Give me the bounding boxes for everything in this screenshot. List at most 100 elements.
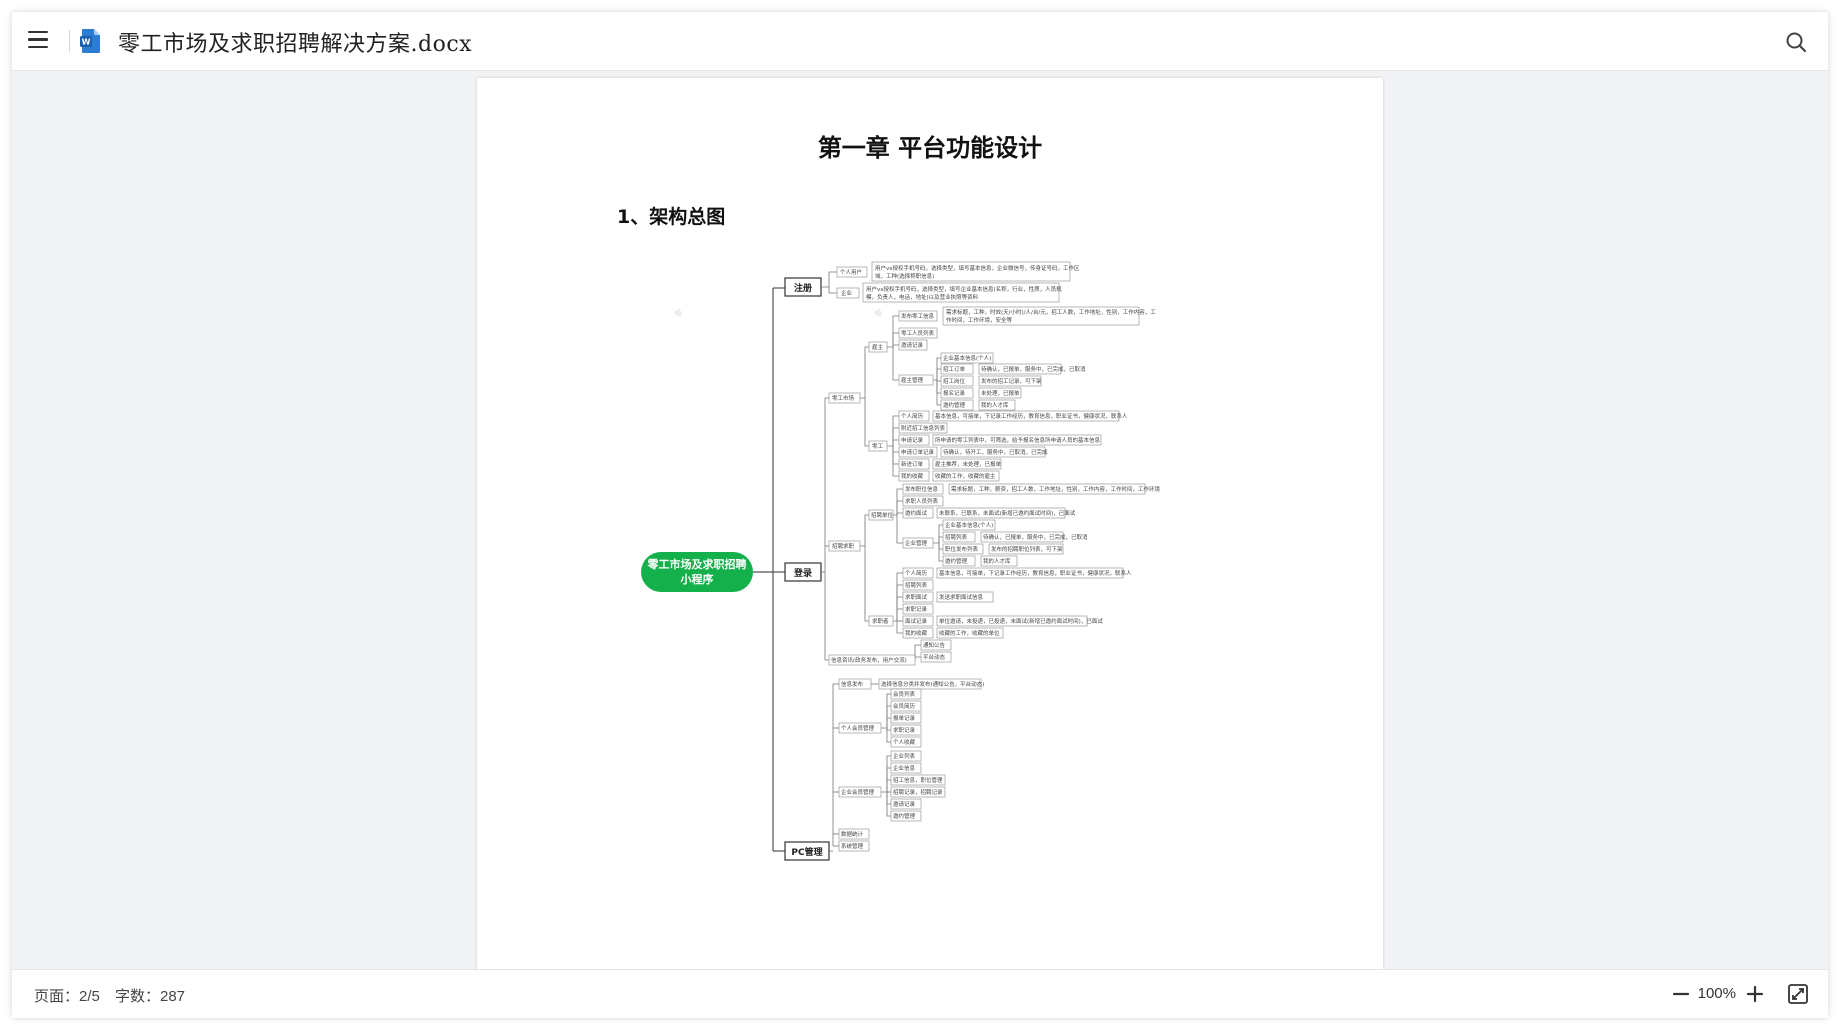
node-job-posts-desc: 发布的招聘职位列表，可下架 [991, 545, 1063, 553]
node-hire-orders: 招工订单 [943, 365, 966, 373]
node-apply-orders: 申请订单记录 [901, 448, 935, 456]
node-post-job: 发布职位信息 [905, 485, 939, 493]
mindmap-root-label-line2: 小程序 [680, 572, 714, 586]
node-info-publish: 信息发布 [841, 680, 864, 688]
node-apply-records: 申请记录 [901, 436, 924, 444]
node-company-admin: 企业管理 [905, 539, 928, 547]
zoom-level: 100% [1697, 985, 1736, 1002]
node-invite-admin-desc: 我的人才库 [981, 401, 1009, 409]
node-apply-interview: 求职面试 [905, 593, 928, 601]
node-invite-records-2: 邀请记录 [893, 800, 916, 808]
node-nearby-gigs: 附近招工信息列表 [901, 424, 946, 432]
node-apply-history: 求职记录 [905, 605, 928, 613]
node-system-admin: 系统管理 [841, 842, 864, 850]
status-bar: 页面：2/5 字数：287 100% [12, 969, 1828, 1018]
node-my-favorites-2-desc: 收藏的工作，收藏的单位 [939, 629, 1000, 637]
node-resume: 个人简历 [901, 412, 924, 420]
node-hire-info: 招工信息，职位管理 [893, 776, 943, 784]
node-job-list-2: 招聘列表 [905, 581, 928, 589]
title-divider [69, 30, 70, 52]
architecture-mindmap: 零 零 零 零工市场及求职招聘 小程序 [641, 261, 1161, 861]
node-order-records: 报单记录 [893, 714, 916, 722]
node-job-list: 招聘列表 [945, 533, 968, 541]
document-title: 零工市场及求职招聘解决方案.docx [118, 32, 473, 57]
document-viewport[interactable]: 第一章 平台功能设计 1、架构总图 零 零 零工市场及求职招聘 小程序 注册 登… [12, 71, 1828, 970]
node-company-detail: 企业信息 [893, 764, 916, 772]
node-recruitment: 招聘求职 [832, 542, 855, 550]
node-apply-records-desc: 所申请的零工列表中，可筛选，给予报名信息所申请人员的基本信息 [935, 436, 1101, 444]
node-resume-2: 个人简历 [905, 569, 928, 577]
node-personal-members: 个人会员管理 [841, 724, 875, 732]
node-signup-records-desc: 未处理，已报单 [981, 389, 1020, 397]
zoom-out-icon[interactable] [1670, 983, 1692, 1005]
word-count: 字数：287 [115, 988, 186, 1005]
fullscreen-icon[interactable] [1786, 982, 1810, 1006]
node-post-gig-desc: 需求标题，工种，时效(天/小时)/人/台/元，招工人数，工作地址，性别，工作内容… [946, 308, 1156, 316]
node-job-posts: 职位发布列表 [945, 545, 979, 553]
node-personal-user: 个人用户 [840, 268, 862, 276]
node-platform-news: 平台动态 [923, 653, 946, 661]
node-company-list: 企业列表 [893, 752, 916, 760]
node-data-stats: 数据统计 [841, 830, 864, 838]
node-job-seekers: 求职人员列表 [905, 497, 939, 505]
node-job-list-desc: 待确认，已报单，服务中，已完成，已取消 [983, 533, 1088, 541]
node-recruiter: 招聘单位 [871, 511, 894, 519]
node-invite-admin: 邀约管理 [943, 401, 966, 409]
branch-login: 登录 [793, 567, 812, 579]
node-personal-favorites: 个人收藏 [893, 738, 916, 746]
node-post-gig: 发布零工信息 [901, 312, 935, 320]
page-indicator: 页面：2/5 [34, 988, 100, 1005]
node-interview-records-desc: 单位邀请，未投递，已投递，未面试(新增已邀约面试时间)，已面试 [939, 617, 1103, 625]
node-my-favorites: 我的收藏 [901, 472, 924, 480]
node-interview-records: 面试记录 [905, 617, 928, 625]
node-enterprise-desc-2: 模，负责人，电话，地址)以及营业执照等资料 [866, 293, 979, 301]
title-bar: W 零工市场及求职招聘解决方案.docx [12, 12, 1828, 71]
document-viewer-window: W 零工市场及求职招聘解决方案.docx 第一章 平台功能设计 1、架构总图 零… [12, 12, 1828, 1018]
branch-pc-admin: PC管理 [791, 846, 822, 858]
watermark-text: 零 [673, 308, 685, 320]
document-page: 第一章 平台功能设计 1、架构总图 零 零 零工市场及求职招聘 小程序 注册 登… [477, 78, 1383, 970]
node-my-favorites-2: 我的收藏 [905, 629, 928, 637]
node-enterprise-desc: 用户vx授权手机号码，选择类型，填写企业基本信息(名称，行业，性质，人员规 [866, 285, 1062, 293]
node-job-seeker: 求职者 [872, 617, 889, 625]
branch-register: 注册 [794, 282, 812, 294]
node-apply-orders-desc: 待确认，待开工，服务中，已取消，已完成 [943, 448, 1048, 456]
node-hire-orders-desc: 待确认，已报单，服务中，已完成，已取消 [981, 365, 1086, 373]
node-new-orders-desc: 雇主推荐，未处理，已报单 [935, 460, 1002, 468]
node-invite-admin-3: 邀约管理 [893, 812, 916, 820]
node-personal-desc-2: 域，工种(选择称职信息) [875, 272, 934, 280]
node-gig-worker: 零工 [872, 443, 884, 450]
node-company-info: 企业基本信息(个人) [943, 354, 991, 362]
watermark-text: 零 [873, 308, 885, 320]
zoom-in-icon[interactable] [1744, 983, 1766, 1005]
node-hire-posts: 招工岗位 [943, 377, 966, 385]
node-apply-interview-desc: 发送求职面试信息 [939, 593, 984, 601]
node-new-orders: 新进订单 [901, 460, 924, 468]
node-employer-admin: 雇主管理 [901, 376, 924, 384]
node-notices: 通知公告 [923, 641, 946, 649]
node-resume-desc: 基本信息，可接单，下记录工作经历，教育信息，职业证书，健康状况，联系人 [935, 412, 1128, 420]
node-invite-admin-2: 邀约管理 [945, 557, 968, 565]
node-hire-history: 招聘记录，招聘记录 [893, 788, 943, 796]
node-hire-posts-desc: 发布的招工记录，可下架 [981, 377, 1042, 385]
node-employer: 雇主 [872, 343, 884, 351]
node-news: 信息资讯(政务发布，用户交流) [831, 656, 907, 664]
node-company-info-2: 企业基本信息(个人) [945, 521, 993, 529]
node-signup-records: 报名记录 [943, 389, 966, 397]
node-gig-workers: 零工人员列表 [901, 329, 935, 337]
search-icon[interactable] [1784, 30, 1808, 54]
svg-text:W: W [82, 38, 91, 47]
mindmap-root-label: 零工市场及求职招聘 [647, 557, 747, 571]
menu-icon[interactable] [28, 31, 48, 49]
node-post-gig-desc-2: 作时间，工作环境，安全等 [946, 316, 1013, 324]
node-personal-desc: 用户vx授权手机号码，选择类型，填写基本信息，企业微信号，传身证号码，工作区 [875, 264, 1080, 272]
node-enterprise-members: 企业会员管理 [841, 788, 875, 796]
node-apply-history-2: 求职记录 [893, 726, 916, 734]
node-interview-invite: 邀约面试 [905, 509, 928, 517]
node-gig-market: 零工市场 [832, 394, 855, 402]
node-member-list: 会员列表 [893, 690, 916, 698]
node-invite-admin-2-desc: 我的人才库 [983, 557, 1011, 565]
node-post-job-desc: 需求标题，工种，薪资，招工人数，工作地址，性别，工作内容，工作时间，工作环境 [951, 485, 1161, 493]
node-info-publish-desc: 选择信息分类并发布(通知公告，平台动态) [881, 680, 984, 688]
node-member-resume: 会员简历 [893, 702, 916, 710]
